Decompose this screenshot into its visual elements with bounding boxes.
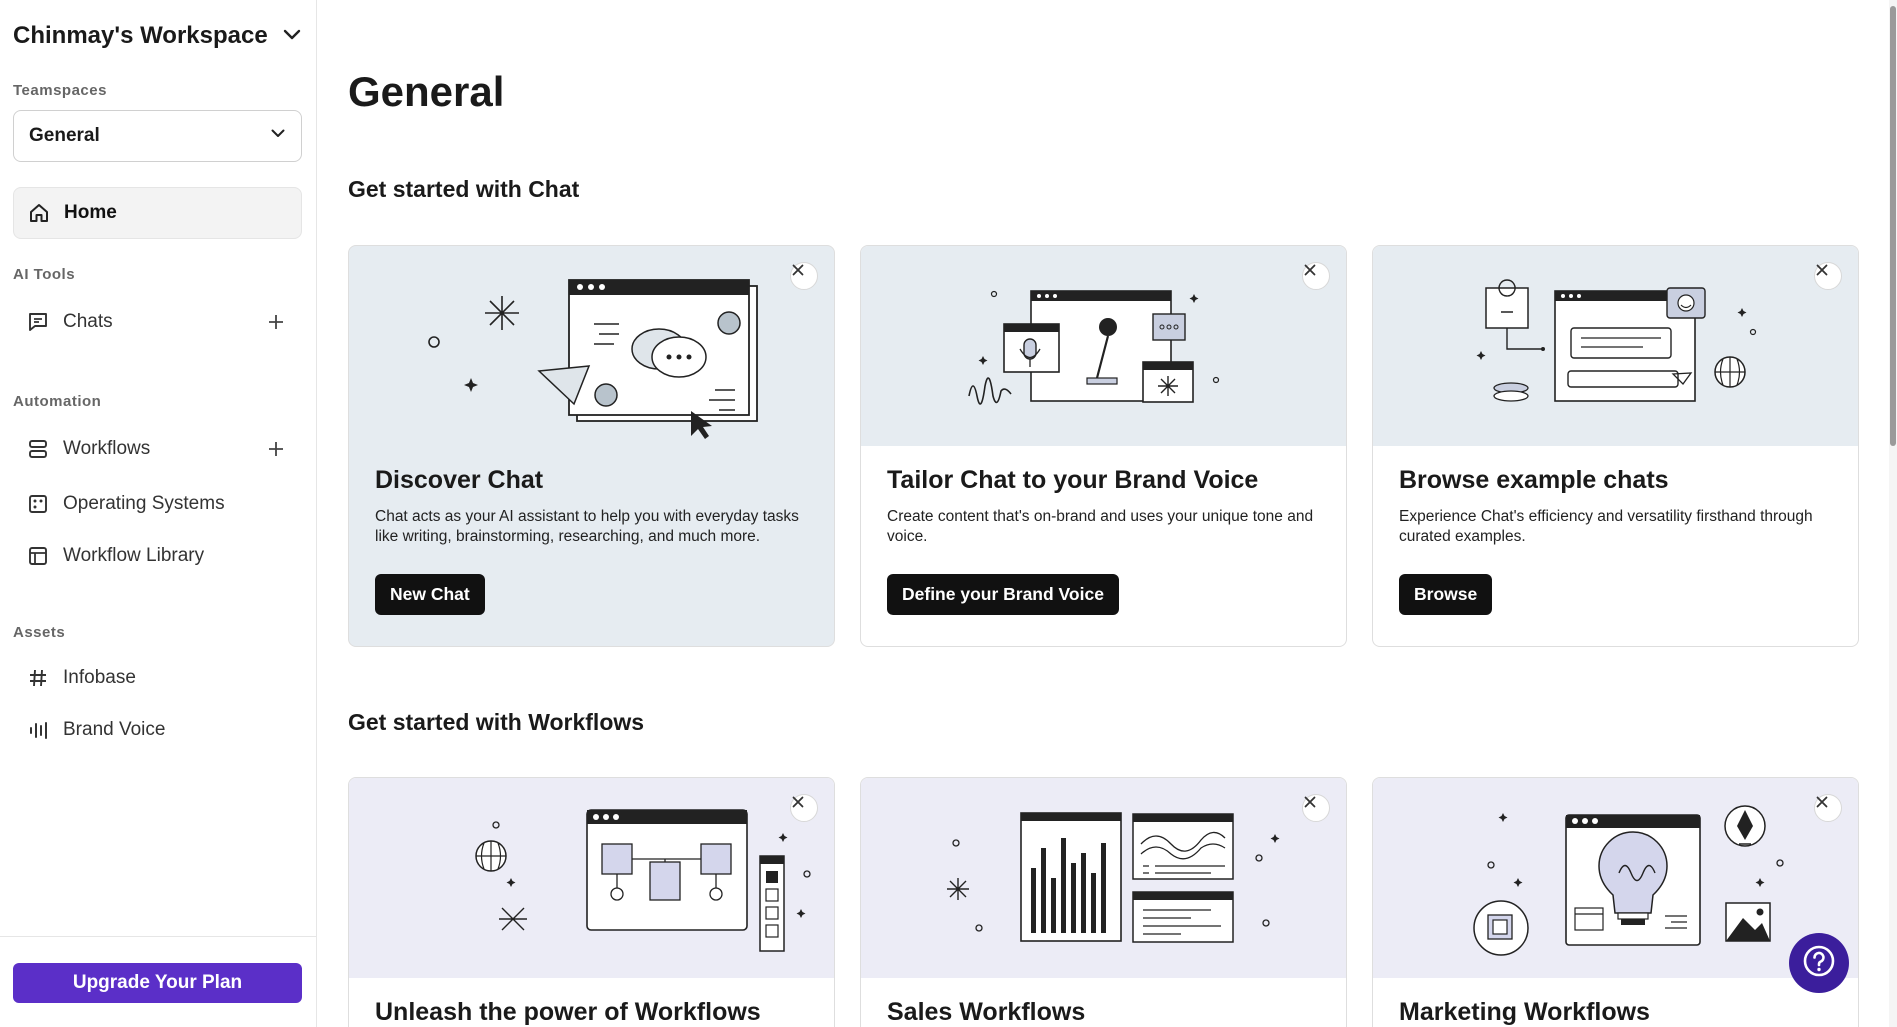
- card-sales-workflows: Sales Workflows: [860, 777, 1347, 1027]
- chat-icon: [27, 311, 49, 333]
- brand-voice-illustration: [861, 246, 1346, 446]
- close-icon[interactable]: [790, 794, 818, 822]
- close-icon[interactable]: [790, 262, 818, 290]
- help-button[interactable]: [1789, 933, 1849, 993]
- chevron-down-icon: [269, 124, 287, 148]
- sidebar-item-workflow-library[interactable]: Workflow Library: [13, 530, 302, 582]
- sidebar-item-label: Chats: [63, 311, 113, 332]
- card-brand-voice: Tailor Chat to your Brand Voice Create c…: [860, 245, 1347, 647]
- teamspace-select[interactable]: General: [13, 110, 302, 162]
- automation-label: Automation: [13, 393, 102, 410]
- workspace-switcher[interactable]: Chinmay's Workspace: [13, 20, 303, 52]
- close-icon[interactable]: [1814, 794, 1842, 822]
- plus-icon[interactable]: [264, 310, 288, 334]
- sidebar-item-chats[interactable]: Chats: [13, 296, 302, 348]
- card-browse-examples: Browse example chats Experience Chat's e…: [1372, 245, 1859, 647]
- upgrade-plan-button[interactable]: Upgrade Your Plan: [13, 963, 302, 1003]
- sidebar-item-infobase[interactable]: Infobase: [13, 652, 302, 704]
- workflow-icon: [27, 438, 49, 460]
- card-marketing-workflows: Marketing Workflows: [1372, 777, 1859, 1027]
- new-chat-button[interactable]: New Chat: [375, 574, 485, 615]
- card-workflows-power: Unleash the power of Workflows: [348, 777, 835, 1027]
- card-title: Marketing Workflows: [1399, 998, 1650, 1026]
- page-scrollbar[interactable]: [1889, 0, 1897, 1027]
- sidebar-item-label: Home: [64, 202, 117, 223]
- plus-icon[interactable]: [264, 437, 288, 461]
- sidebar-item-label: Infobase: [63, 667, 136, 688]
- sidebar-item-label: Workflow Library: [63, 545, 205, 566]
- card-title: Discover Chat: [375, 466, 544, 494]
- card-title: Unleash the power of Workflows: [375, 998, 761, 1026]
- help-icon: [1802, 944, 1836, 983]
- card-description: Chat acts as your AI assistant to help y…: [375, 508, 799, 545]
- workflow-section-title: Get started with Workflows: [348, 709, 645, 735]
- assets-label: Assets: [13, 624, 66, 641]
- workflows-illustration: [349, 778, 834, 978]
- sidebar-item-label: Workflows: [63, 438, 151, 459]
- close-icon[interactable]: [1302, 794, 1330, 822]
- chevron-down-icon: [281, 23, 303, 50]
- close-icon[interactable]: [1302, 262, 1330, 290]
- chat-illustration: [349, 246, 834, 446]
- workspace-title: Chinmay's Workspace: [13, 22, 268, 49]
- chat-section-title: Get started with Chat: [348, 176, 580, 202]
- sidebar-item-brand-voice[interactable]: Brand Voice: [13, 704, 302, 756]
- os-icon: [27, 493, 49, 515]
- sidebar-item-operating-systems[interactable]: Operating Systems: [13, 478, 302, 530]
- library-icon: [27, 545, 49, 567]
- sidebar-item-workflows[interactable]: Workflows: [13, 423, 302, 475]
- card-discover-chat: Discover Chat Chat acts as your AI assis…: [348, 245, 835, 647]
- sidebar: Chinmay's Workspace Teamspaces General H…: [0, 0, 317, 1027]
- card-title: Browse example chats: [1399, 466, 1669, 494]
- sales-illustration: [861, 778, 1346, 978]
- sidebar-divider: [0, 936, 317, 937]
- scrollbar-thumb[interactable]: [1890, 6, 1896, 446]
- teamspace-selected-value: General: [29, 125, 100, 146]
- page-title: General: [348, 68, 505, 115]
- marketing-illustration: [1373, 778, 1858, 978]
- teamspaces-label: Teamspaces: [13, 82, 107, 99]
- define-brand-voice-button[interactable]: Define your Brand Voice: [887, 574, 1119, 615]
- sidebar-item-home[interactable]: Home: [13, 187, 302, 239]
- home-icon: [28, 202, 50, 224]
- hash-icon: [27, 667, 49, 689]
- sidebar-item-label: Brand Voice: [63, 719, 166, 740]
- voice-bars-icon: [27, 719, 49, 741]
- card-title: Sales Workflows: [887, 998, 1086, 1026]
- card-description: Create content that's on-brand and uses …: [887, 508, 1314, 545]
- card-title: Tailor Chat to your Brand Voice: [887, 466, 1259, 494]
- ai-tools-label: AI Tools: [13, 266, 76, 283]
- browse-examples-illustration: [1373, 246, 1858, 446]
- close-icon[interactable]: [1814, 262, 1842, 290]
- main-content: General Get started with Chat Discover C…: [318, 0, 1897, 1027]
- sidebar-item-label: Operating Systems: [63, 493, 225, 514]
- browse-button[interactable]: Browse: [1399, 574, 1493, 615]
- card-description: Experience Chat's efficiency and versati…: [1399, 508, 1813, 545]
